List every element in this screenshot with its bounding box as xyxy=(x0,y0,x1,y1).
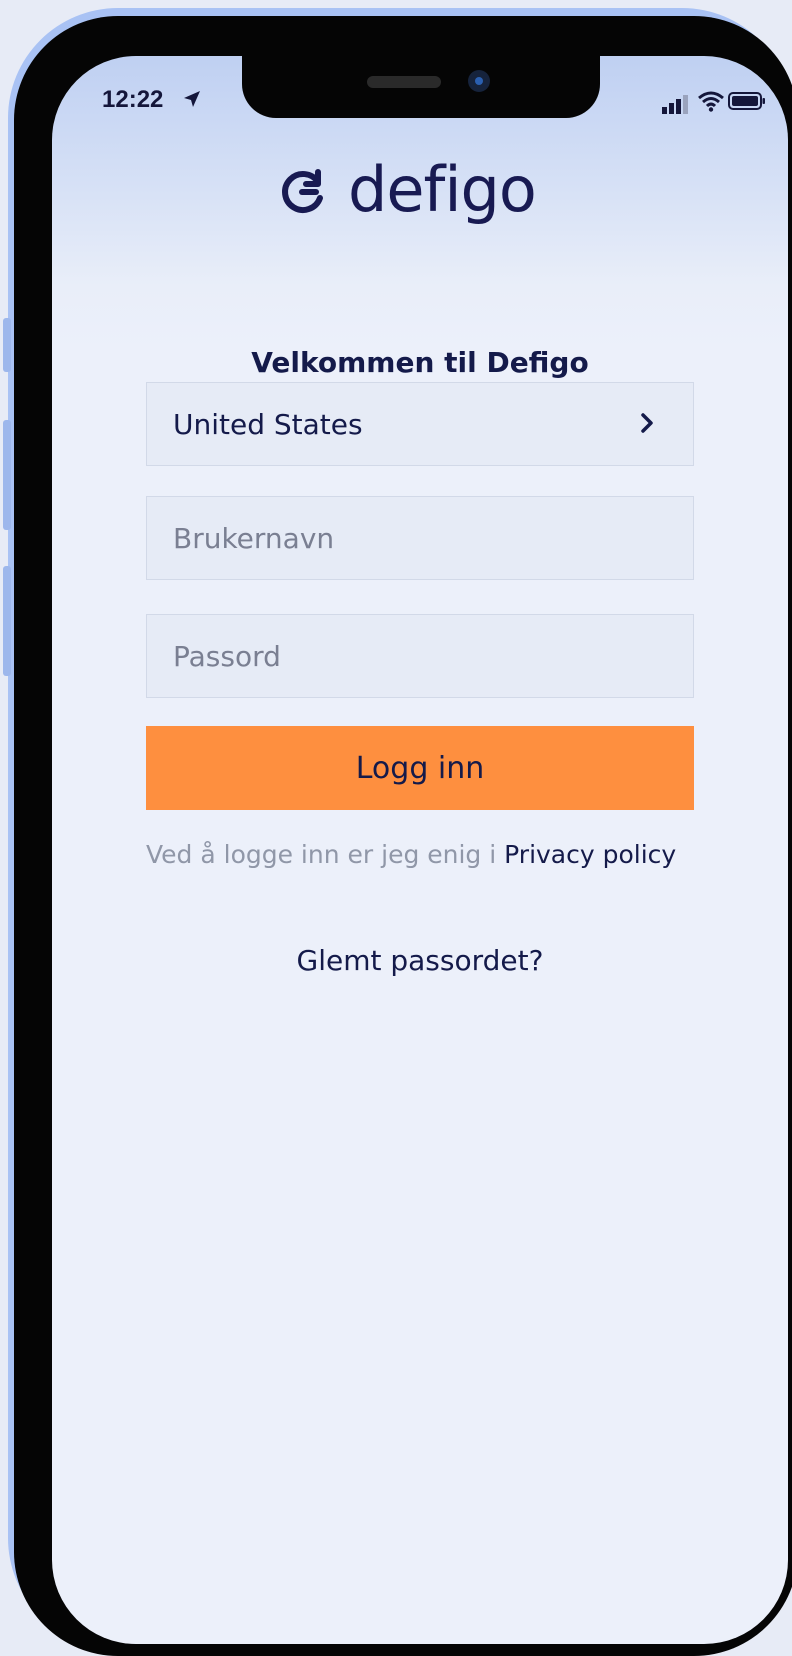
password-field[interactable] xyxy=(146,614,694,698)
notch xyxy=(242,56,600,118)
login-button[interactable]: Logg inn xyxy=(146,726,694,810)
privacy-policy-link[interactable]: Privacy policy xyxy=(504,840,676,869)
phone-side-button xyxy=(3,420,11,530)
phone-side-button xyxy=(3,566,11,676)
earpiece-speaker xyxy=(367,76,441,88)
username-field[interactable] xyxy=(146,496,694,580)
defigo-logo-icon xyxy=(282,169,323,213)
forgot-password-link[interactable]: Glemt passordet? xyxy=(52,944,788,977)
cellular-signal-icon xyxy=(662,95,688,114)
consent-label: Ved å logge inn er jeg enig i xyxy=(146,840,505,869)
password-input[interactable] xyxy=(173,639,653,673)
chevron-right-icon xyxy=(641,413,653,433)
phone-side-button xyxy=(3,318,11,372)
defigo-logo: defigo xyxy=(278,152,537,226)
country-value: United States xyxy=(173,407,363,441)
country-selector[interactable]: United States xyxy=(146,382,694,466)
phone-screen: 12:22 defigo Velkommen til Defigo United… xyxy=(52,56,788,1644)
phone-body: 12:22 defigo Velkommen til Defigo United… xyxy=(14,16,792,1656)
location-arrow-icon xyxy=(184,91,200,107)
status-time: 12:22 xyxy=(102,86,164,113)
consent-text: Ved å logge inn er jeg enig i Privacy po… xyxy=(146,836,694,873)
logo-text: defigo xyxy=(348,152,537,226)
battery-icon xyxy=(728,92,765,110)
wifi-icon xyxy=(698,91,724,112)
username-input[interactable] xyxy=(173,521,653,555)
welcome-heading: Velkommen til Defigo xyxy=(251,346,589,379)
front-camera xyxy=(468,70,490,92)
